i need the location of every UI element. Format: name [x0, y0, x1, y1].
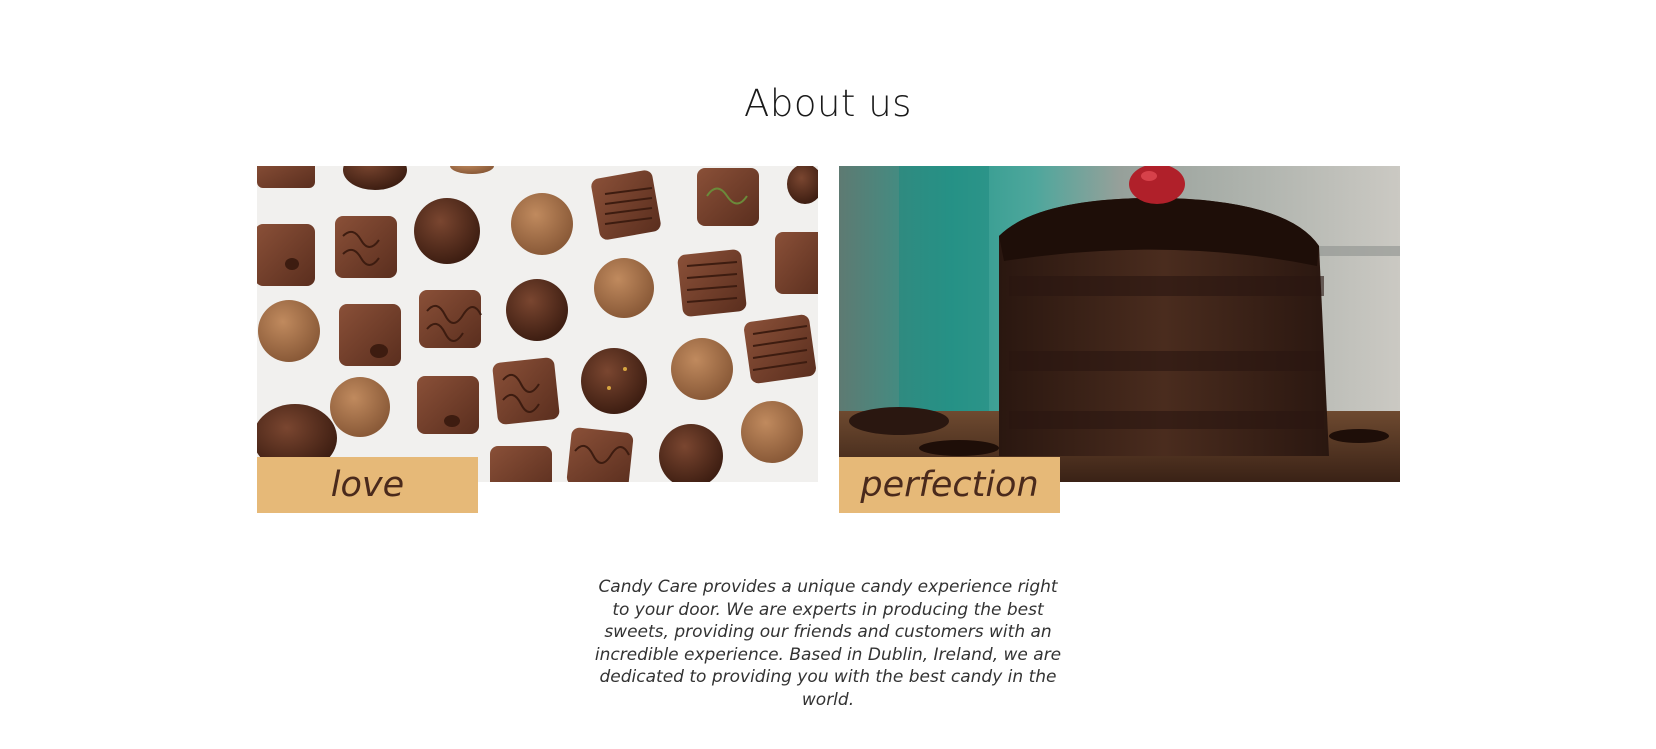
chocolates-image: [257, 166, 818, 482]
chocolate-cake-image: [839, 166, 1400, 482]
about-description: Candy Care provides a unique candy exper…: [594, 577, 1062, 710]
about-section: About us love perfection Candy Care prov…: [0, 0, 1656, 749]
perfection-label: perfection: [839, 457, 1060, 513]
love-label: love: [257, 457, 478, 513]
section-title: About us: [744, 82, 912, 125]
